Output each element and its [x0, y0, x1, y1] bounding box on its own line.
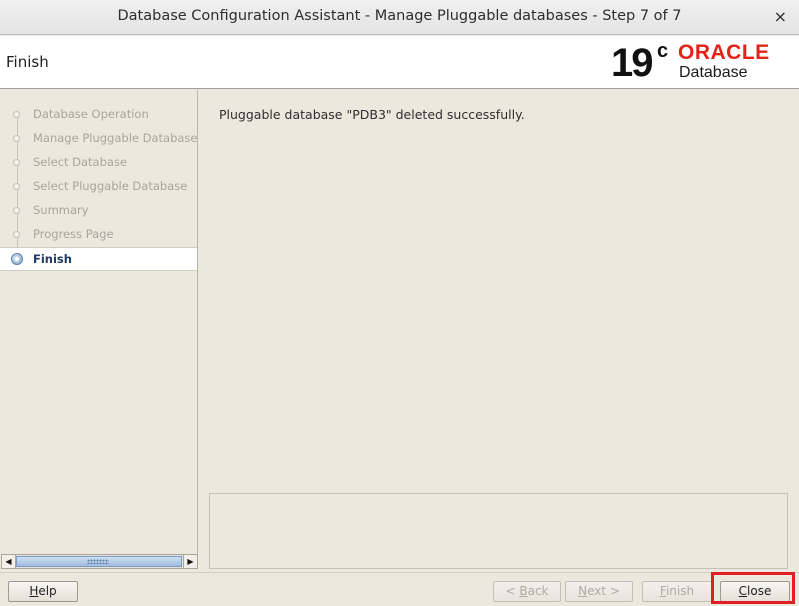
step-dot-icon — [13, 159, 20, 166]
next-button[interactable]: Next > — [565, 581, 633, 602]
logo-product: Database — [679, 64, 748, 81]
help-button[interactable]: Help — [8, 581, 78, 602]
help-mnemonic: H — [29, 584, 39, 598]
step-label: Manage Pluggable Databases — [33, 131, 198, 145]
step-dot-icon — [13, 135, 20, 142]
scrollbar-grip-icon — [87, 559, 109, 564]
window-titlebar: Database Configuration Assistant - Manag… — [0, 0, 799, 35]
footer-divider — [0, 572, 799, 573]
finish-label: inish — [665, 584, 695, 598]
header-banner: Finish 19 c ORACLE Database — [0, 36, 799, 89]
step-navigation: Database Operation Manage Pluggable Data… — [0, 90, 198, 554]
back-mnemonic: B — [519, 584, 528, 598]
step-summary: Summary — [0, 200, 197, 222]
step-progress-page: Progress Page — [0, 224, 197, 246]
step-title: Finish — [6, 53, 49, 71]
scroll-left-arrow-icon[interactable]: ◀ — [2, 555, 16, 568]
oracle-19c-logo: 19 c ORACLE Database — [611, 40, 797, 86]
details-panel — [209, 493, 788, 569]
step-dot-icon — [13, 207, 20, 214]
back-label: ack — [527, 584, 549, 598]
step-label: Select Database — [33, 155, 128, 169]
scrollbar-thumb[interactable] — [16, 556, 182, 567]
next-label: ext > — [587, 584, 620, 598]
step-finish: Finish — [0, 247, 197, 271]
step-dot-icon — [13, 111, 20, 118]
step-label: Database Operation — [33, 107, 149, 121]
step-dot-icon — [13, 183, 20, 190]
back-prefix: < — [505, 584, 520, 598]
logo-brand: ORACLE — [678, 41, 770, 64]
step-label: Finish — [33, 252, 72, 266]
next-mnemonic: N — [578, 584, 588, 598]
current-step-icon — [11, 253, 23, 265]
window-title: Database Configuration Assistant - Manag… — [117, 8, 682, 24]
close-label: lose — [747, 584, 772, 598]
step-label: Summary — [33, 203, 89, 217]
step-select-pluggable-database: Select Pluggable Database — [0, 176, 197, 198]
back-button[interactable]: < Back — [493, 581, 561, 602]
step-label: Progress Page — [33, 227, 114, 241]
close-mnemonic: C — [738, 584, 748, 598]
step-select-database: Select Database — [0, 152, 197, 174]
close-button[interactable]: Close — [720, 581, 790, 602]
scroll-right-arrow-icon[interactable]: ▶ — [183, 555, 197, 568]
status-message: Pluggable database "PDB3" deleted succes… — [219, 107, 525, 122]
step-manage-pluggable-databases: Manage Pluggable Databases — [0, 128, 198, 150]
window-close-icon[interactable]: × — [774, 7, 787, 26]
logo-version-sup: c — [657, 40, 669, 62]
step-database-operation: Database Operation — [0, 104, 197, 126]
step-dot-icon — [13, 231, 20, 238]
help-label: elp — [38, 584, 57, 598]
dbca-window: Database Configuration Assistant - Manag… — [0, 0, 799, 606]
nav-horizontal-scrollbar[interactable]: ◀ ▶ — [1, 554, 198, 569]
logo-version: 19 — [611, 41, 653, 85]
step-label: Select Pluggable Database — [33, 179, 188, 193]
finish-button[interactable]: Finish — [642, 581, 712, 602]
